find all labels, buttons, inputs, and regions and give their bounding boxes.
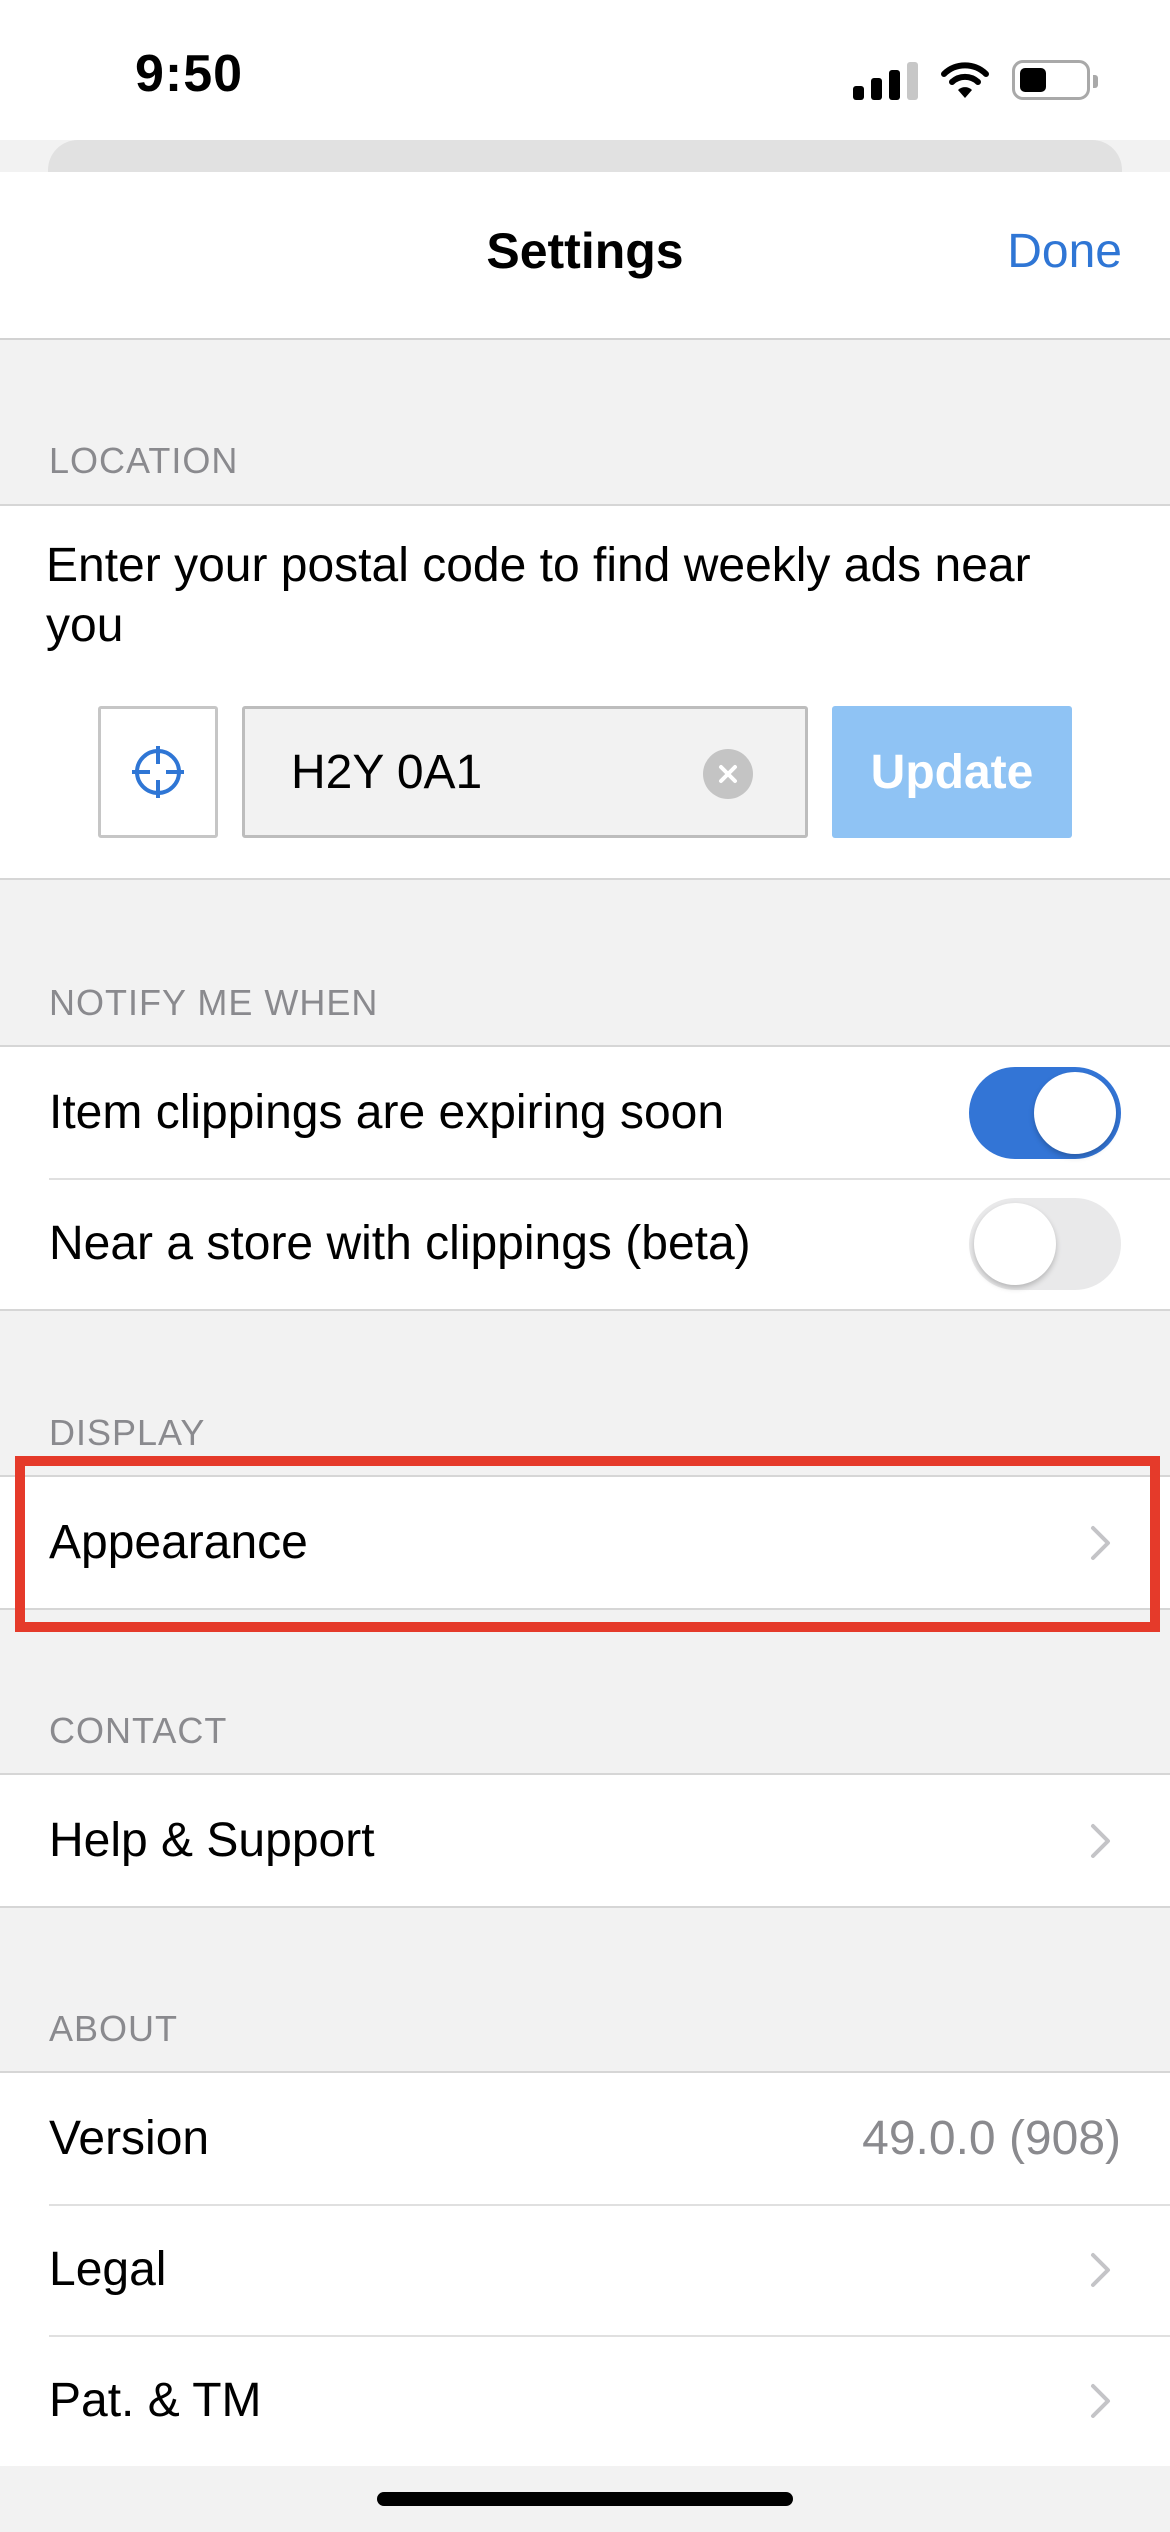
patent-trademark-label: Pat. & TM (49, 2374, 262, 2427)
cellular-signal-icon (853, 60, 918, 100)
update-button[interactable]: Update (832, 706, 1072, 838)
section-header-about: ABOUT (49, 2008, 179, 2049)
section-header-notify: NOTIFY ME WHEN (49, 982, 379, 1023)
wifi-icon (941, 62, 989, 98)
notify-group: Item clippings are expiring soon Near a … (0, 1045, 1170, 1311)
highlight-box (15, 1456, 1160, 1632)
version-value: 49.0.0 (908) (862, 2112, 1121, 2165)
sheet-grabber (48, 140, 1122, 172)
status-bar: 9:50 (0, 0, 1170, 140)
postal-code-value: H2Y 0A1 (291, 745, 483, 799)
expiring-soon-toggle[interactable] (969, 1066, 1121, 1159)
notify-label-expiring: Item clippings are expiring soon (49, 1086, 725, 1139)
done-button[interactable]: Done (1007, 224, 1122, 279)
location-controls: H2Y 0A1 Update (98, 706, 1072, 838)
chevron-right-icon (1081, 2240, 1121, 2300)
notify-row-near-store: Near a store with clippings (beta) (0, 1178, 1170, 1309)
version-label: Version (49, 2112, 210, 2165)
legal-row[interactable]: Legal (0, 2204, 1170, 2335)
status-icons (853, 56, 1098, 100)
section-header-contact: CONTACT (49, 1710, 228, 1751)
section-header-location: LOCATION (49, 440, 239, 481)
notify-row-expiring: Item clippings are expiring soon (0, 1047, 1170, 1178)
version-row: Version 49.0.0 (908) (0, 2073, 1170, 2204)
settings-screen: 9:50 Settings Done LOCATION Enter your p… (0, 0, 1170, 2532)
close-icon (719, 765, 737, 783)
current-location-button[interactable] (98, 706, 218, 838)
chevron-right-icon (1081, 1811, 1121, 1871)
status-time: 9:50 (135, 45, 244, 103)
page-title: Settings (486, 223, 684, 279)
section-header-display: DISPLAY (49, 1412, 206, 1453)
location-description: Enter your postal code to find weekly ad… (46, 539, 1031, 652)
postal-code-input[interactable]: H2Y 0A1 (242, 706, 808, 838)
patent-trademark-row[interactable]: Pat. & TM (0, 2335, 1170, 2466)
clear-input-button[interactable] (703, 749, 753, 799)
legal-label: Legal (49, 2243, 167, 2296)
about-group: Version 49.0.0 (908) Legal Pat. & TM (0, 2071, 1170, 2466)
battery-icon (1012, 60, 1098, 100)
navigation-bar: Settings Done (0, 172, 1170, 340)
contact-group: Help & Support (0, 1773, 1170, 1908)
location-group: Enter your postal code to find weekly ad… (0, 504, 1170, 880)
crosshair-icon (132, 746, 184, 798)
help-support-label: Help & Support (49, 1814, 375, 1867)
near-store-toggle[interactable] (969, 1197, 1121, 1290)
help-support-row[interactable]: Help & Support (0, 1775, 1170, 1906)
chevron-right-icon (1081, 2371, 1121, 2431)
notify-label-near-store: Near a store with clippings (beta) (49, 1217, 751, 1270)
home-indicator[interactable] (377, 2492, 793, 2506)
